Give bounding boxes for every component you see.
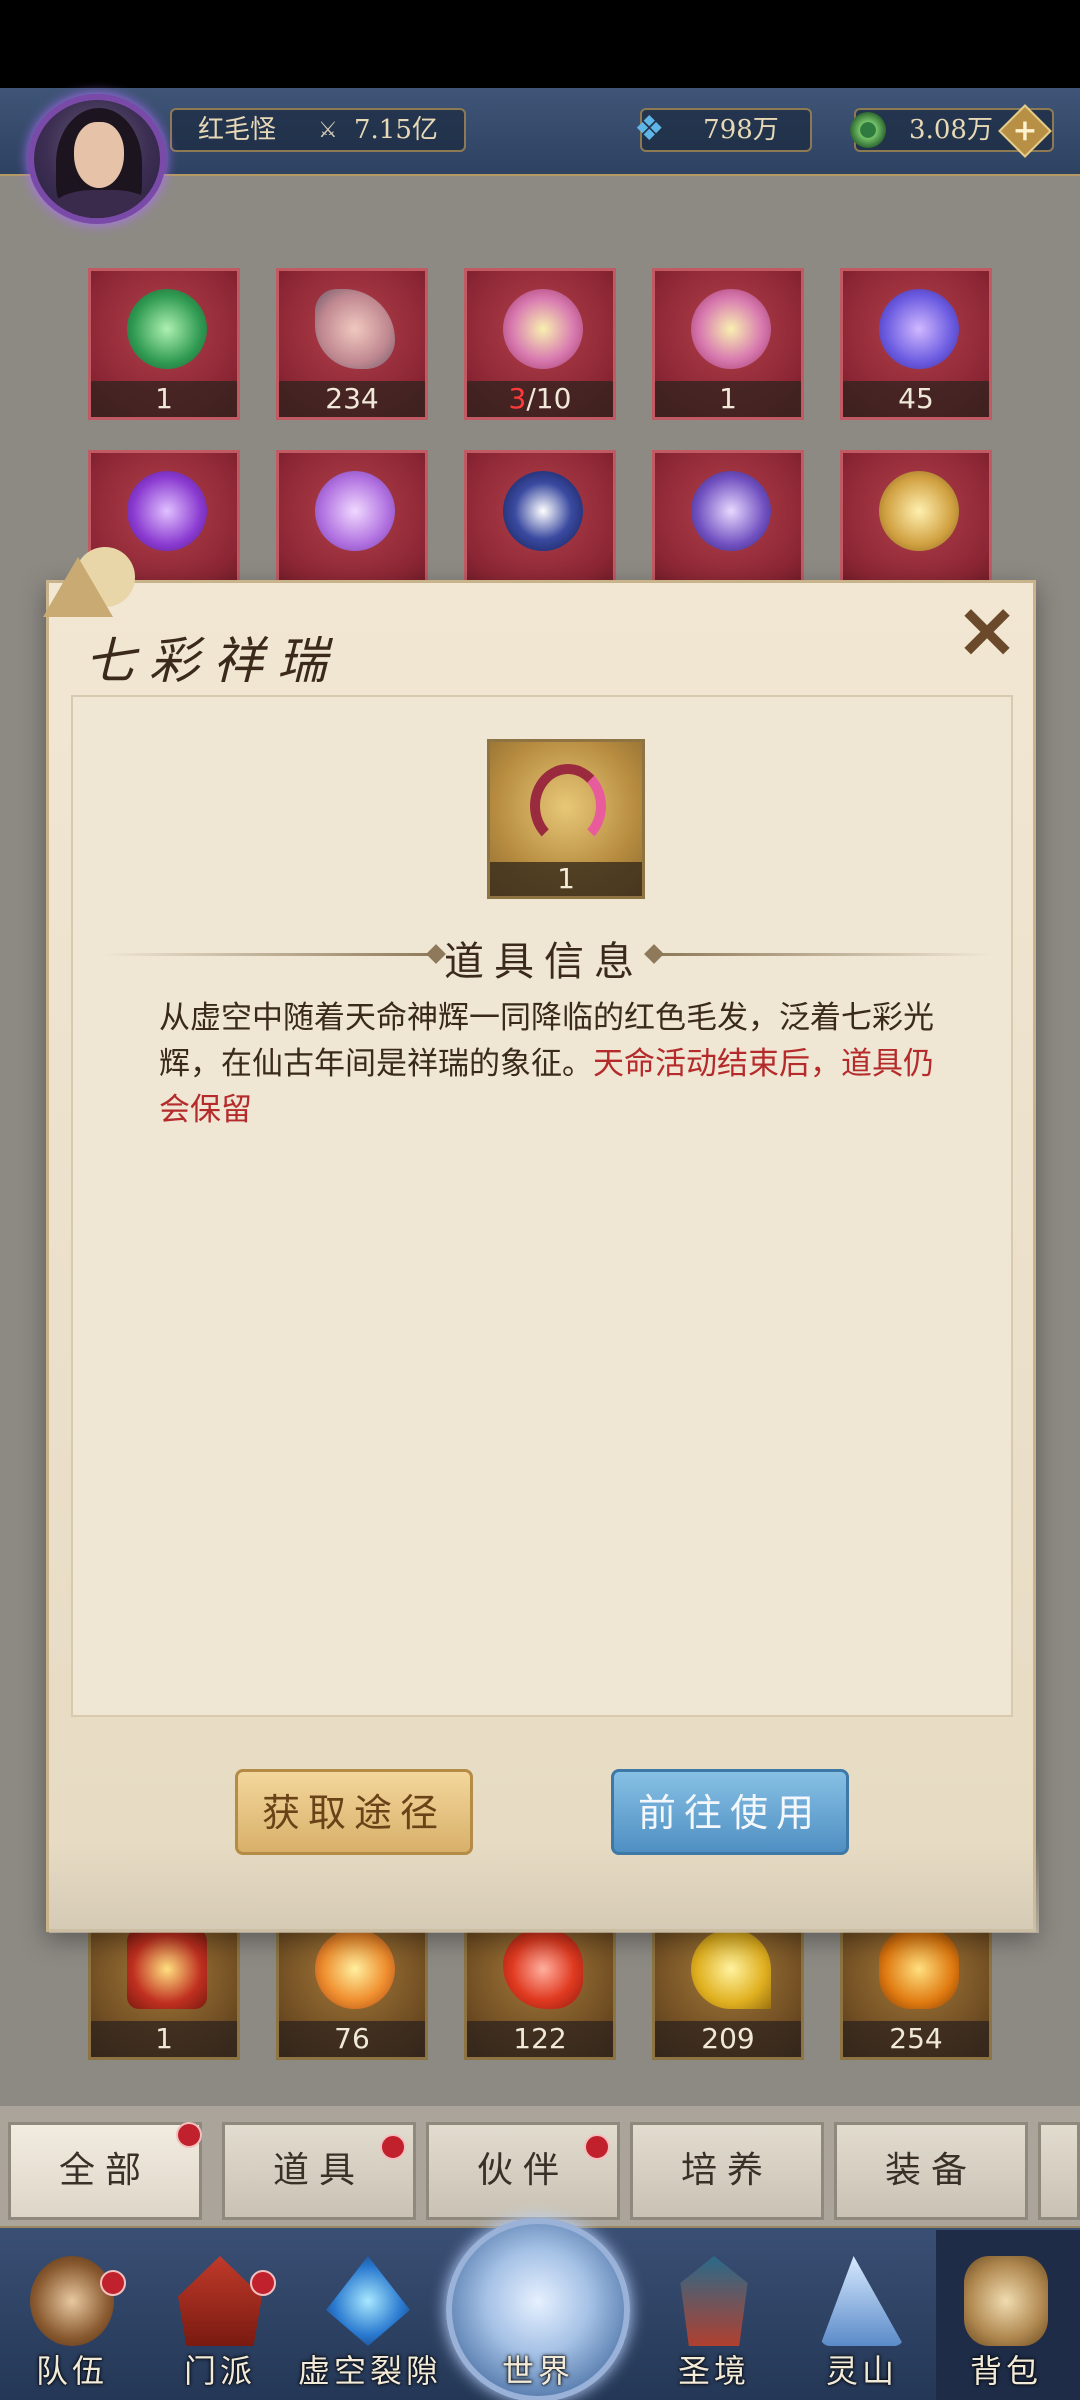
nav-backpack[interactable]: 背包 xyxy=(936,2248,1076,2398)
notification-badge xyxy=(100,2270,126,2296)
combat-power: 7.15亿 xyxy=(354,115,438,145)
notification-badge xyxy=(250,2270,276,2296)
inventory-slot[interactable]: 45 xyxy=(840,268,992,420)
player-info: 红毛怪 ⚔ 7.15亿 xyxy=(170,108,466,152)
backpack-icon xyxy=(964,2256,1048,2346)
item-art xyxy=(315,471,395,551)
notification-badge xyxy=(176,2122,202,2148)
item-count: 209 xyxy=(655,2021,801,2057)
notification-badge xyxy=(380,2134,406,2160)
item-art xyxy=(691,289,771,369)
inventory-slot[interactable]: 1 xyxy=(652,268,804,420)
item-count: 234 xyxy=(279,381,425,417)
avatar-face xyxy=(74,122,124,188)
nav-void-rift[interactable]: 虚空裂隙 xyxy=(290,2248,450,2398)
inventory-slot-fragment[interactable]: 3/10 xyxy=(464,268,616,420)
nav-label: 圣境 xyxy=(677,2352,750,2390)
nav-label: 灵山 xyxy=(825,2352,898,2390)
divider-line xyxy=(661,953,991,956)
status-bar xyxy=(0,0,1080,88)
dialog-title: 七彩祥瑞 xyxy=(85,632,341,690)
item-art xyxy=(127,289,207,369)
item-art xyxy=(503,471,583,551)
close-icon[interactable]: ✕ xyxy=(955,597,1019,669)
tab-all[interactable]: 全部 xyxy=(8,2122,202,2220)
team-icon xyxy=(30,2256,114,2346)
jade-icon: ❖ xyxy=(634,109,665,149)
spirit-mountain-icon xyxy=(820,2256,904,2346)
sect-icon xyxy=(178,2256,262,2346)
item-art xyxy=(691,471,771,551)
void-rift-icon xyxy=(326,2256,410,2346)
inventory-slot[interactable]: 1 xyxy=(88,268,240,420)
item-art xyxy=(691,1929,771,2009)
jade-amount: 798万 xyxy=(703,115,779,145)
go-use-button[interactable]: 前往使用 xyxy=(611,1769,849,1855)
item-art xyxy=(127,471,207,551)
avatar-robe xyxy=(48,190,158,218)
fragment-count: 3/10 xyxy=(467,381,613,417)
item-art xyxy=(503,1929,583,2009)
item-info-panel: 1 道具信息 从虚空中随着天命神辉一同降临的红色毛发，泛着七彩光辉，在仙古年间是… xyxy=(71,695,1013,1717)
mist-decoration xyxy=(49,1843,1039,1933)
jade-currency: ❖ 798万 xyxy=(634,108,812,152)
add-coin-button[interactable]: + xyxy=(998,104,1052,158)
item-count: 1 xyxy=(655,381,801,417)
fragment-have: 3 xyxy=(508,382,527,415)
nav-team[interactable]: 队伍 xyxy=(2,2248,142,2398)
section-title: 道具信息 xyxy=(444,939,644,985)
acquire-source-button[interactable]: 获取途径 xyxy=(235,1769,473,1855)
nav-world[interactable]: 世界 xyxy=(468,2248,608,2398)
tab-more[interactable] xyxy=(1038,2122,1080,2220)
notification-badge xyxy=(584,2134,610,2160)
coin-amount: 3.08万 xyxy=(909,115,993,145)
player-name: 红毛怪 xyxy=(198,115,277,145)
item-count: 1 xyxy=(490,862,642,896)
item-count: 1 xyxy=(91,2021,237,2057)
item-art xyxy=(879,289,959,369)
plus-icon: + xyxy=(1012,113,1038,148)
power-icon: ⚔ xyxy=(318,118,338,143)
item-art xyxy=(530,764,606,848)
coin-currency: 3.08万 + xyxy=(850,104,1054,158)
item-art xyxy=(127,1929,207,2009)
nav-label: 队伍 xyxy=(35,2352,108,2390)
item-count: 122 xyxy=(467,2021,613,2057)
item-art xyxy=(879,471,959,551)
item-detail-dialog: 七彩祥瑞 ✕ 1 道具信息 从虚空中随着天命神辉一同降临的红色毛发，泛着七彩光辉… xyxy=(43,547,1039,1933)
item-art xyxy=(315,1929,395,2009)
item-art xyxy=(315,289,395,369)
nav-spirit-mountain[interactable]: 灵山 xyxy=(792,2248,932,2398)
tab-equipment[interactable]: 装备 xyxy=(834,2122,1028,2220)
fragment-need: /10 xyxy=(526,382,572,415)
inventory-slot[interactable]: 234 xyxy=(276,268,428,420)
nav-label: 门派 xyxy=(183,2352,256,2390)
item-art xyxy=(503,289,583,369)
holy-realm-icon xyxy=(680,2256,748,2346)
coin-icon xyxy=(850,112,886,148)
item-art xyxy=(879,1929,959,2009)
nav-label: 虚空裂隙 xyxy=(297,2352,442,2390)
nav-label: 世界 xyxy=(501,2352,574,2390)
item-count: 76 xyxy=(279,2021,425,2057)
nav-holy-realm[interactable]: 圣境 xyxy=(644,2248,784,2398)
item-description: 从虚空中随着天命神辉一同降临的红色毛发，泛着七彩光辉，在仙古年间是祥瑞的象征。天… xyxy=(159,995,949,1133)
item-count: 254 xyxy=(843,2021,989,2057)
item-count: 1 xyxy=(91,381,237,417)
tab-cultivate[interactable]: 培养 xyxy=(630,2122,824,2220)
player-avatar[interactable] xyxy=(28,94,166,224)
item-icon: 1 xyxy=(487,739,645,899)
title-mountain-ornament xyxy=(35,547,155,617)
item-count: 45 xyxy=(843,381,989,417)
nav-label: 背包 xyxy=(969,2352,1042,2390)
